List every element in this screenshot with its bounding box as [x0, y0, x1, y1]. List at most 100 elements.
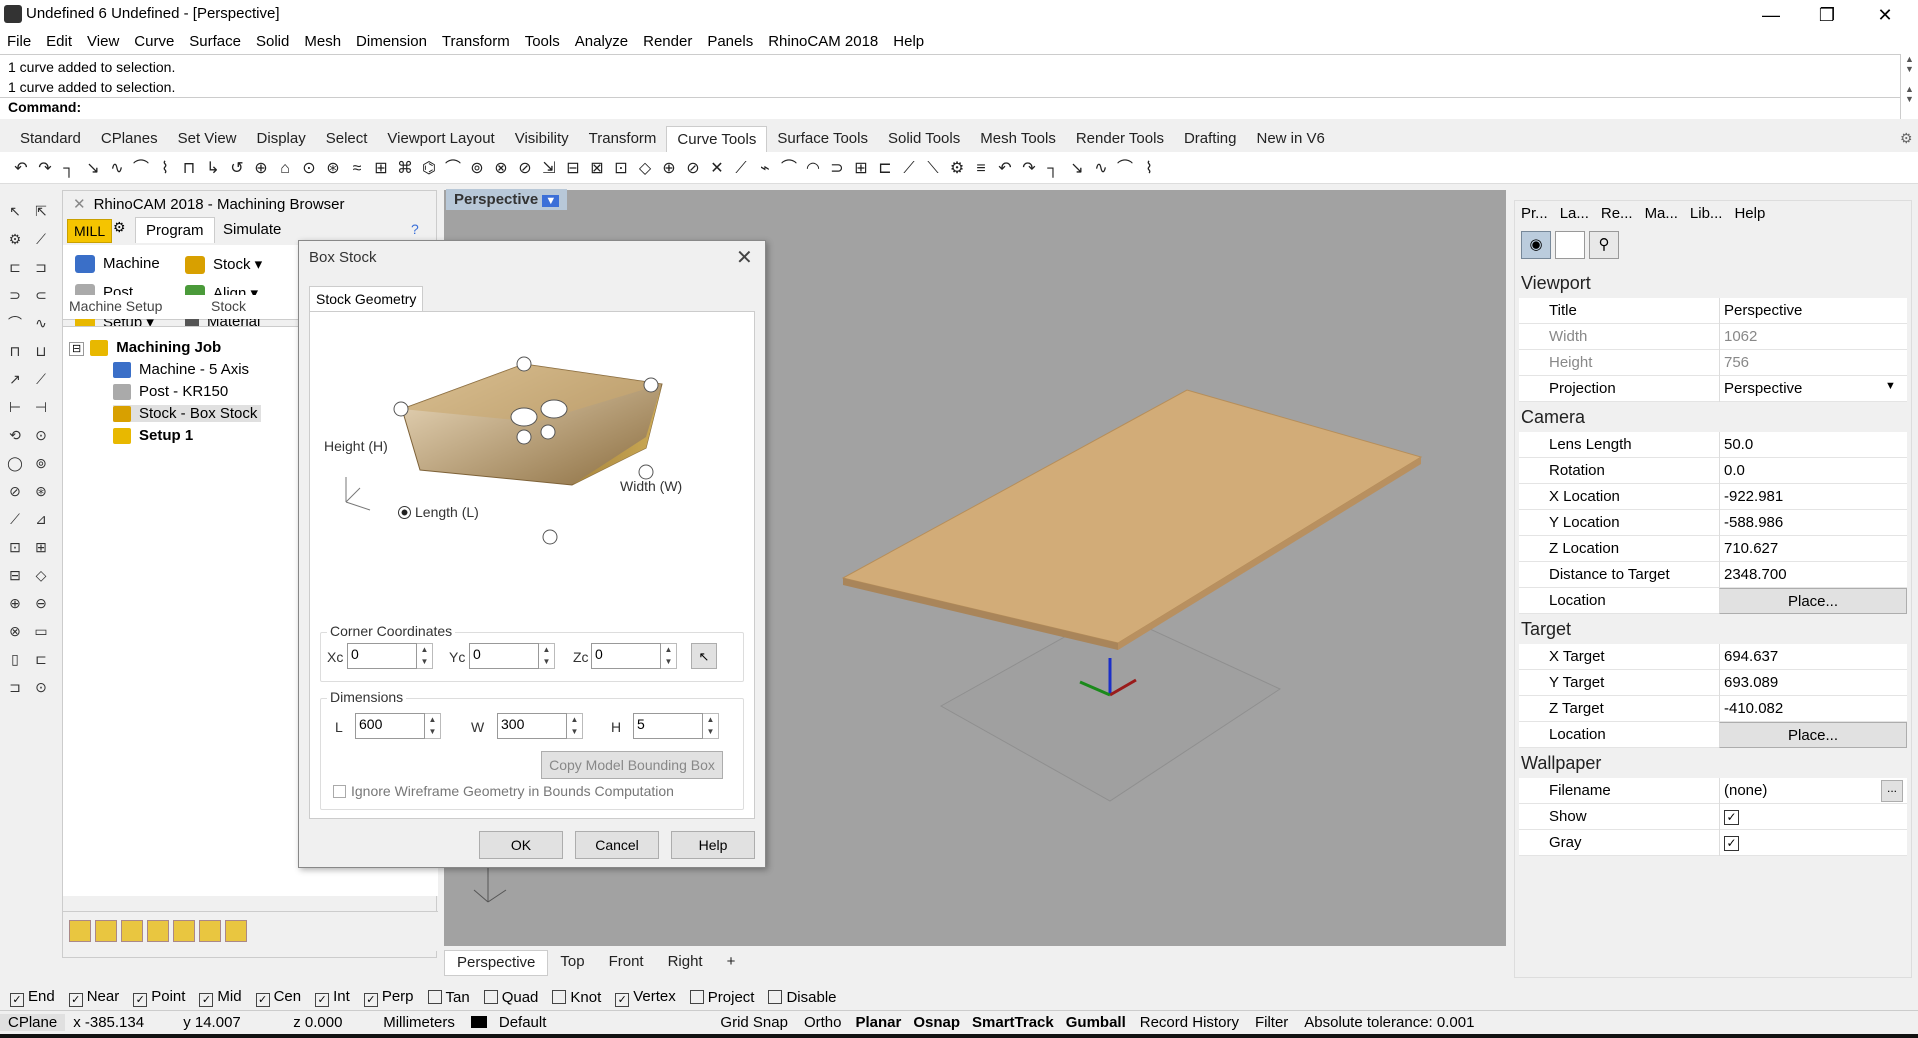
- osnap-quad[interactable]: Quad: [483, 989, 538, 1006]
- curve-tool-icon[interactable]: ⊏: [874, 159, 896, 179]
- curve-tool-icon[interactable]: ⊕: [658, 159, 680, 179]
- curve-tool-icon[interactable]: ↷: [1018, 159, 1040, 179]
- curve-tool-icon[interactable]: ∿: [1090, 159, 1112, 179]
- height-field[interactable]: 5 ▲ ▼: [633, 713, 719, 739]
- prop-value[interactable]: 50.0: [1719, 432, 1907, 458]
- left-tool-icon[interactable]: ⊗: [4, 620, 26, 642]
- gumball-icon[interactable]: ⚲: [1589, 231, 1619, 259]
- curve-tool-icon[interactable]: ⊗: [490, 159, 512, 179]
- gray-checkbox[interactable]: ✓: [1719, 830, 1907, 856]
- width-field[interactable]: 300 ▲ ▼: [497, 713, 583, 739]
- curve-tool-icon[interactable]: ≡: [970, 159, 992, 179]
- width-spinner[interactable]: ▲ ▼: [567, 713, 583, 739]
- curve-tool-icon[interactable]: ↺: [226, 159, 248, 179]
- curve-tool-icon[interactable]: ↳: [202, 159, 224, 179]
- curve-tool-icon[interactable]: ↘: [82, 159, 104, 179]
- tree-item-setup[interactable]: Setup 1: [113, 427, 193, 445]
- dialog-close-icon[interactable]: ✕: [736, 245, 753, 270]
- layer-indicator[interactable]: Default: [463, 1014, 563, 1031]
- tab-mesh-tools[interactable]: Mesh Tools: [970, 126, 1066, 152]
- left-tool-icon[interactable]: ⌒: [4, 312, 26, 334]
- yc-input[interactable]: 0: [469, 643, 539, 669]
- curve-tool-icon[interactable]: ⊞: [370, 159, 392, 179]
- left-tool-icon[interactable]: ▭: [30, 620, 52, 642]
- tab-properties[interactable]: Pr...: [1515, 201, 1554, 227]
- planar-toggle[interactable]: Planar: [849, 1014, 907, 1031]
- left-tool-icon[interactable]: ▯: [4, 648, 26, 670]
- add-viewport-button[interactable]: +: [715, 950, 748, 976]
- curve-tool-icon[interactable]: ✕: [706, 159, 728, 179]
- left-tool-icon[interactable]: ⊏: [4, 256, 26, 278]
- curve-tool-icon[interactable]: ⊃: [826, 159, 848, 179]
- curve-tool-icon[interactable]: ↶: [10, 159, 32, 179]
- left-tool-icon[interactable]: ⊞: [30, 536, 52, 558]
- tab-stock-geometry[interactable]: Stock Geometry: [309, 286, 424, 311]
- filter-toggle[interactable]: Filter: [1247, 1014, 1296, 1031]
- curve-tool-icon[interactable]: ◇: [634, 159, 656, 179]
- left-tool-icon[interactable]: ⊛: [30, 480, 52, 502]
- menu-render[interactable]: Render: [636, 30, 700, 54]
- menu-tools[interactable]: Tools: [518, 30, 568, 54]
- prop-projection[interactable]: Projection Perspective ▼: [1519, 376, 1907, 402]
- menu-view[interactable]: View: [80, 30, 127, 54]
- curve-tool-icon[interactable]: ⊕: [250, 159, 272, 179]
- place-target-button[interactable]: Place...: [1719, 722, 1907, 748]
- menu-edit[interactable]: Edit: [39, 30, 80, 54]
- osnap-project[interactable]: Project: [689, 989, 754, 1006]
- curve-tool-icon[interactable]: ┐: [1042, 159, 1064, 179]
- left-tool-icon[interactable]: ⊢: [4, 396, 26, 418]
- curve-tool-icon[interactable]: ⊓: [178, 159, 200, 179]
- curve-tool-icon[interactable]: ⊟: [562, 159, 584, 179]
- left-tool-icon[interactable]: ⊙: [30, 424, 52, 446]
- curve-tool-icon[interactable]: ⊘: [682, 159, 704, 179]
- maximize-button[interactable]: ❐: [1804, 0, 1850, 30]
- operation-icon[interactable]: [95, 920, 117, 942]
- osnap-vertex[interactable]: ✓ Vertex: [615, 988, 676, 1007]
- curve-tool-icon[interactable]: ⌇: [1138, 159, 1160, 179]
- menu-transform[interactable]: Transform: [435, 30, 518, 54]
- minimize-button[interactable]: —: [1748, 0, 1794, 30]
- tab-program[interactable]: Program: [135, 217, 215, 243]
- tab-render[interactable]: Re...: [1595, 201, 1639, 227]
- prop-value[interactable]: 710.627: [1719, 536, 1907, 562]
- curve-tool-icon[interactable]: ⇲: [538, 159, 560, 179]
- tab-simulate[interactable]: Simulate: [223, 221, 281, 238]
- tab-standard[interactable]: Standard: [10, 126, 91, 152]
- command-line[interactable]: Command:: [0, 97, 1900, 119]
- curve-tool-icon[interactable]: ⟋: [898, 159, 920, 179]
- left-tool-icon[interactable]: ⊃: [4, 284, 26, 306]
- operation-icon[interactable]: [69, 920, 91, 942]
- prop-value[interactable]: -410.082: [1719, 696, 1907, 722]
- osnap-mid[interactable]: ✓ Mid: [199, 988, 242, 1007]
- viewport-tab-right[interactable]: Right: [656, 950, 715, 976]
- curve-tool-icon[interactable]: ⌒: [130, 159, 152, 179]
- left-tool-icon[interactable]: ⚙: [4, 228, 26, 250]
- prop-value[interactable]: 0.0: [1719, 458, 1907, 484]
- left-tool-icon[interactable]: ◯: [4, 452, 26, 474]
- tab-display[interactable]: Display: [247, 126, 316, 152]
- left-tool-icon[interactable]: ⟋: [30, 228, 52, 250]
- ok-button[interactable]: OK: [479, 831, 563, 859]
- curve-tool-icon[interactable]: ⌒: [442, 159, 464, 179]
- curve-tool-icon[interactable]: ∿: [106, 159, 128, 179]
- tree-root[interactable]: ⊟ Machining Job: [69, 339, 221, 357]
- copy-bounding-box-button[interactable]: Copy Model Bounding Box: [541, 751, 723, 779]
- browse-button[interactable]: ...: [1881, 780, 1903, 802]
- tab-cplanes[interactable]: CPlanes: [91, 126, 168, 152]
- menu-mesh[interactable]: Mesh: [297, 30, 349, 54]
- curve-tool-icon[interactable]: ↘: [1066, 159, 1088, 179]
- curve-tool-icon[interactable]: ≈: [346, 159, 368, 179]
- stock-button[interactable]: Stock ▾: [185, 255, 262, 275]
- tab-transform[interactable]: Transform: [579, 126, 667, 152]
- curve-tool-icon[interactable]: ┐: [58, 159, 80, 179]
- curve-tool-icon[interactable]: ⊚: [466, 159, 488, 179]
- left-tool-icon[interactable]: ⟲: [4, 424, 26, 446]
- left-tool-icon[interactable]: ◇: [30, 564, 52, 586]
- zc-field[interactable]: 0 ▲ ▼: [591, 643, 677, 669]
- pick-point-button[interactable]: ↖: [691, 643, 717, 669]
- zc-input[interactable]: 0: [591, 643, 661, 669]
- left-tool-icon[interactable]: ∿: [30, 312, 52, 334]
- curve-tool-icon[interactable]: ⊡: [610, 159, 632, 179]
- curve-tool-icon[interactable]: ⊛: [322, 159, 344, 179]
- smarttrack-toggle[interactable]: SmartTrack: [966, 1014, 1060, 1031]
